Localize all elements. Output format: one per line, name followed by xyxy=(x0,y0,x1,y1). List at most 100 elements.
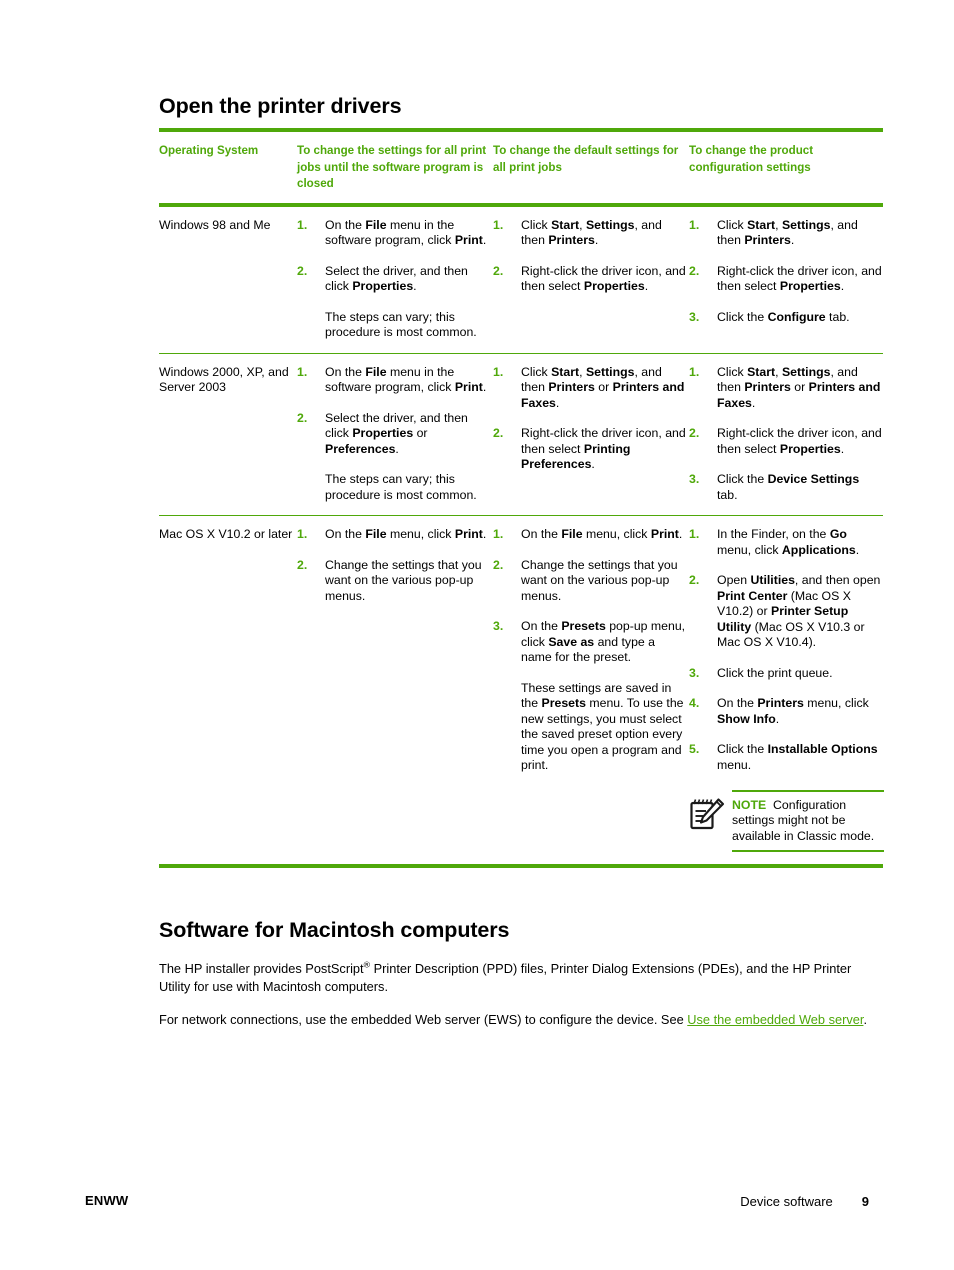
step-item: 3. Click the Device Settings tab. xyxy=(689,472,883,503)
operating-system-label: Windows 98 and Me xyxy=(159,217,271,232)
step-text: On the Presets pop-up menu, click Save a… xyxy=(521,619,686,664)
step-number: 1. xyxy=(297,527,308,541)
note-text: NOTE Configuration settings might not be… xyxy=(732,797,875,843)
table-row: Windows 98 and Me 1. On the File menu in t… xyxy=(159,207,883,353)
step-item: 2. Open Utilities, and then open Print Ce… xyxy=(689,573,883,651)
step-item: 2. Right-click the driver icon, and then … xyxy=(493,426,689,473)
step-number: 2. xyxy=(297,263,308,278)
step-number: 1. xyxy=(493,527,504,541)
step-text: Click Start, Settings, and then Printers… xyxy=(717,217,858,248)
step-number: 2. xyxy=(689,426,700,440)
cell-default-settings: 1. Click Start, Settings, and then Printe… xyxy=(493,365,689,504)
step-item: 2. Right-click the driver icon, and then … xyxy=(689,264,883,295)
cell-default-settings: 1. Click Start, Settings, and then Printe… xyxy=(493,218,689,341)
cell-default-settings: 1. On the File menu, click Print. 2. Change… xyxy=(493,527,689,852)
step-item: 2. Right-click the driver icon, and then … xyxy=(689,426,883,457)
step-number: 2. xyxy=(689,573,700,587)
step-number: 2. xyxy=(297,410,308,425)
step-text: Right-click the driver icon, and then se… xyxy=(521,263,686,294)
note-body: NOTE Configuration settings might not be… xyxy=(732,792,883,851)
step-item: 1. In the Finder, on the Go menu, click A… xyxy=(689,527,883,558)
step-item: 1. On the File menu in the software progr… xyxy=(297,218,493,249)
step-item: 2. Change the settings that you want on t… xyxy=(493,558,689,605)
step-text: Click Start, Settings, and then Printers… xyxy=(521,364,685,410)
step-text: Click the Device Settings tab. xyxy=(717,472,860,502)
note-keyword: NOTE xyxy=(732,797,767,812)
operating-system-label: Windows 2000, XP, and Server 2003 xyxy=(159,364,289,395)
paragraph-network-suffix: . xyxy=(863,1012,868,1027)
cell-operating-system: Windows 2000, XP, and Server 2003 xyxy=(159,365,297,504)
step-item: 1. Click Start, Settings, and then Printe… xyxy=(493,218,689,249)
step-item: 1. On the File menu, click Print. xyxy=(493,527,689,543)
cell-session-settings-step-list: 1. On the File menu in the software progr… xyxy=(297,365,493,458)
page-title: Open the printer drivers xyxy=(159,94,402,118)
step-item: 1. On the File menu in the software progr… xyxy=(297,365,493,396)
footer-chapter-title: Device software xyxy=(740,1194,833,1209)
cell-configuration-settings: 1. In the Finder, on the Go menu, click A… xyxy=(689,527,884,852)
footer-language-code: ENWW xyxy=(85,1193,129,1208)
step-text: Select the driver, and then click Proper… xyxy=(325,410,468,456)
step-number: 1. xyxy=(297,364,308,379)
step-text: Click Start, Settings, and then Printers… xyxy=(521,217,662,248)
step-number: 2. xyxy=(297,557,308,572)
section-heading-software-macintosh: Software for Macintosh computers xyxy=(159,918,510,942)
step-text: Click Start, Settings, and then Printers… xyxy=(717,364,881,410)
step-number: 3. xyxy=(689,309,700,324)
step-item: 3. Click the print queue. xyxy=(689,666,883,682)
cell-operating-system: Windows 98 and Me xyxy=(159,218,297,341)
cell-operating-system: Mac OS X V10.2 or later xyxy=(159,527,297,852)
column-header-configuration-settings: To change the product configuration sett… xyxy=(689,144,814,174)
cell-session-settings-step-list: 1. On the File menu, click Print. 2. Change… xyxy=(297,527,493,604)
step-text: On the Printers menu, click Show Info. xyxy=(717,696,869,726)
note-admonition: NOTE Configuration settings might not be… xyxy=(689,790,884,852)
table-row: Mac OS X V10.2 or later 1. On the File men… xyxy=(159,516,884,864)
column-header-session-settings: To change the settings for all print job… xyxy=(297,144,487,190)
column-header-operating-system: Operating System xyxy=(159,144,259,157)
link-use-the-embedded-web-server[interactable]: Use the embedded Web server xyxy=(687,1012,863,1027)
step-item: 1. Click Start, Settings, and then Printe… xyxy=(493,365,689,412)
step-item: 3. On the Presets pop-up menu, click Save… xyxy=(493,619,689,666)
step-item: 1. Click Start, Settings, and then Printe… xyxy=(689,218,883,249)
step-text: Right-click the driver icon, and then se… xyxy=(717,426,882,456)
note-content: NOTE Configuration settings might not be… xyxy=(689,792,883,851)
table-header-row: Operating System To change the settings … xyxy=(159,132,883,203)
step-number: 5. xyxy=(689,742,700,756)
step-item: 3. Click the Configure tab. xyxy=(689,310,883,326)
cell-default-settings-step-list: 1. Click Start, Settings, and then Printe… xyxy=(493,218,689,295)
table-bottom-rule xyxy=(159,863,883,868)
step-item: 1. On the File menu, click Print. xyxy=(297,527,493,543)
cell-configuration-settings-step-list: 1. Click Start, Settings, and then Printe… xyxy=(689,218,883,326)
step-item: 2. Select the driver, and then click Prop… xyxy=(297,264,493,295)
step-item: 2. Change the settings that you want on t… xyxy=(297,558,493,605)
cell-configuration-settings: 1. Click Start, Settings, and then Printe… xyxy=(689,365,883,504)
step-number: 2. xyxy=(689,263,700,278)
step-number: 4. xyxy=(689,696,700,710)
step-text: Select the driver, and then click Proper… xyxy=(325,263,468,294)
operating-system-label: Mac OS X V10.2 or later xyxy=(159,527,293,541)
step-number: 1. xyxy=(297,217,308,232)
step-text: Right-click the driver icon, and then se… xyxy=(717,263,882,294)
paragraph-network-prefix: For network connections, use the embedde… xyxy=(159,1012,688,1027)
step-number: 1. xyxy=(493,364,504,379)
step-item: 2. Select the driver, and then click Prop… xyxy=(297,411,493,458)
step-text: Change the settings that you want on the… xyxy=(521,557,678,603)
step-text: On the File menu in the software program… xyxy=(325,364,487,395)
paragraph-network-connections: For network connections, use the embedde… xyxy=(159,1011,886,1029)
step-number: 1. xyxy=(689,217,700,232)
cell-default-settings-step-list: 1. On the File menu, click Print. 2. Change… xyxy=(493,527,689,666)
step-text: On the File menu, click Print. xyxy=(521,527,683,541)
cell-configuration-settings-step-list: 1. In the Finder, on the Go menu, click A… xyxy=(689,527,883,773)
step-number: 1. xyxy=(493,217,504,232)
step-text: Open Utilities, and then open Print Cent… xyxy=(717,573,881,649)
step-number: 3. xyxy=(689,665,700,680)
cell-session-settings-tail-note: The steps can vary; this procedure is mo… xyxy=(325,309,477,340)
cell-session-settings-tail-note: The steps can vary; this procedure is mo… xyxy=(325,472,477,502)
footer-page-number: 9 xyxy=(861,1194,869,1209)
cell-session-settings: 1. On the File menu, click Print. 2. Change… xyxy=(297,527,493,852)
cell-session-settings: 1. On the File menu in the software progr… xyxy=(297,365,493,504)
cell-default-settings-tail-note: These settings are saved in the Presets … xyxy=(521,680,684,773)
cell-session-settings-step-list: 1. On the File menu in the software progr… xyxy=(297,218,493,295)
step-text: On the File menu in the software program… xyxy=(325,217,487,248)
cell-configuration-settings-step-list: 1. Click Start, Settings, and then Printe… xyxy=(689,365,883,504)
paragraph-hp-installer: The HP installer provides PostScript® Pr… xyxy=(159,959,852,994)
